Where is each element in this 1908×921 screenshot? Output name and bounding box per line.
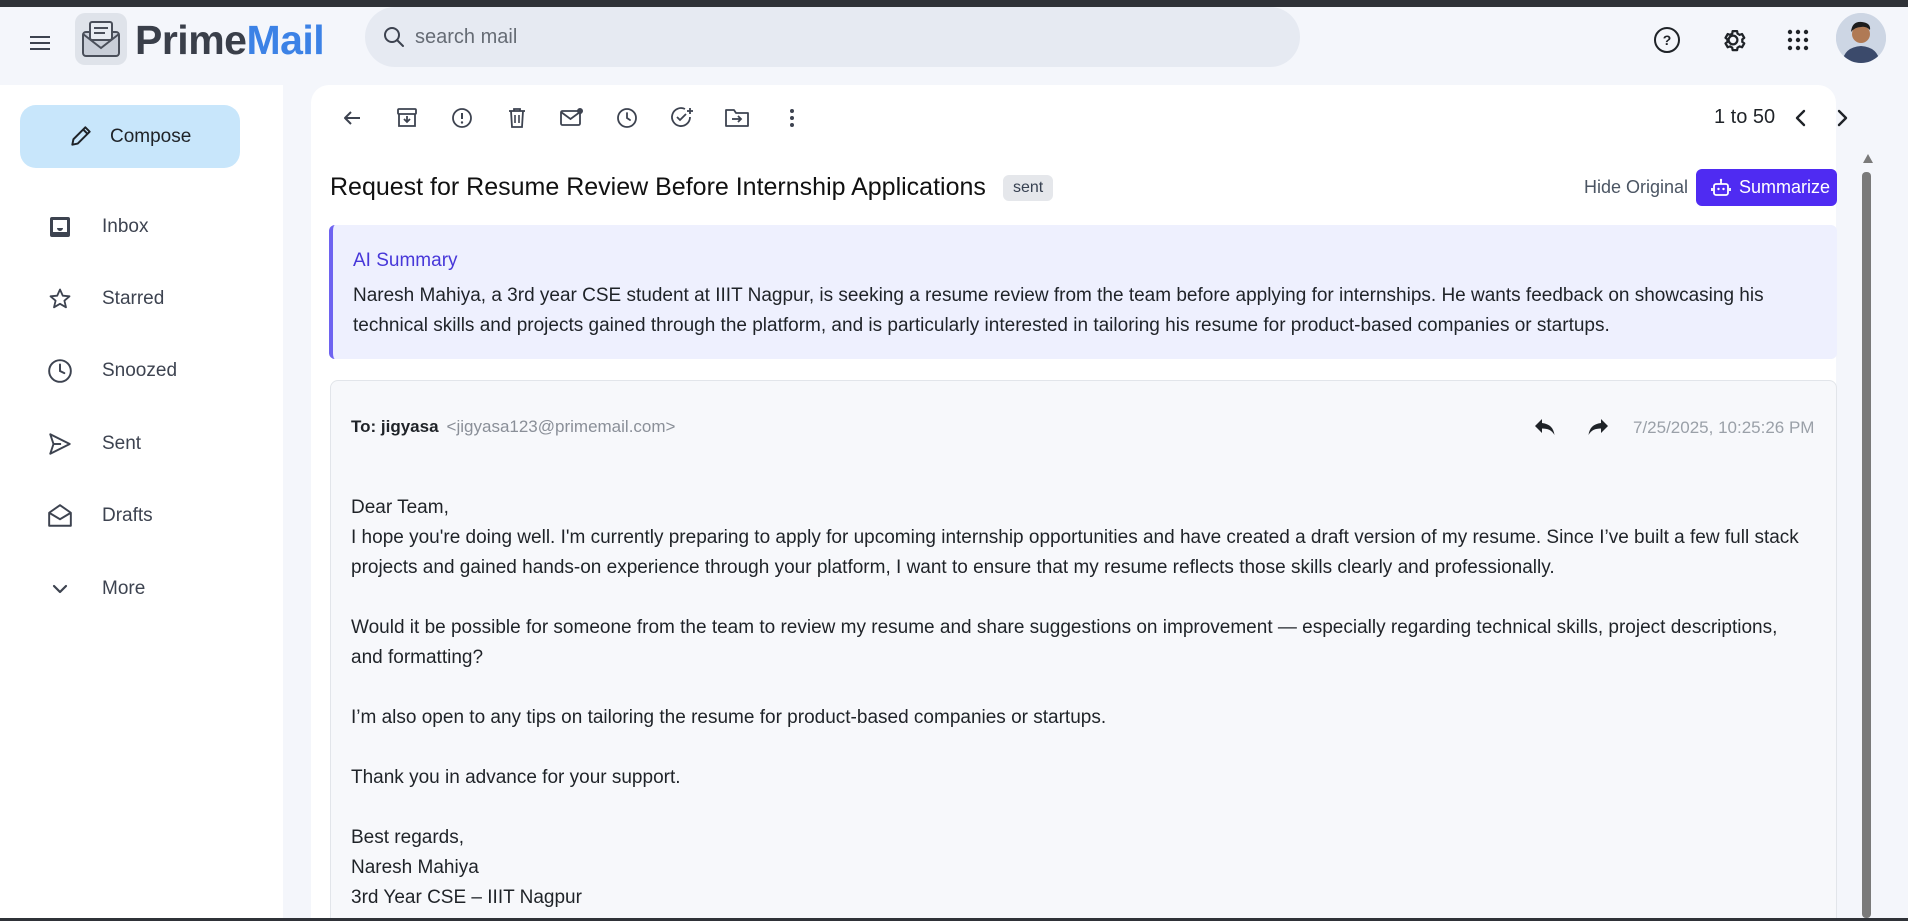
delete-button[interactable] xyxy=(499,100,535,136)
add-task-icon xyxy=(671,107,693,127)
user-avatar-icon xyxy=(1836,13,1886,63)
recipient-line: To: jigyasa <jigyasa123@primemail.com> xyxy=(351,417,675,437)
brand-name-part1: Prime xyxy=(135,17,247,63)
pagination-range: 1 to 50 xyxy=(1714,106,1776,128)
archive-icon xyxy=(397,108,417,127)
snooze-icon xyxy=(617,108,637,128)
sidebar-item-drafts[interactable]: Drafts xyxy=(0,488,283,544)
forward-button[interactable] xyxy=(1580,409,1616,445)
send-icon xyxy=(46,430,74,458)
body-paragraph: Would it be possible for someone from th… xyxy=(351,617,1778,668)
scrollbar-thumb[interactable] xyxy=(1862,172,1871,918)
move-to-icon xyxy=(725,109,749,127)
sidebar-item-sent[interactable]: Sent xyxy=(0,416,283,472)
apps-grid-icon xyxy=(1787,29,1809,51)
sender-title: 3rd Year CSE – IIIT Nagpur xyxy=(351,887,582,908)
compose-label: Compose xyxy=(110,125,192,147)
app-header: PrimeMail ? xyxy=(0,7,1908,85)
forward-icon xyxy=(1588,419,1608,435)
main-menu-button[interactable] xyxy=(24,27,56,59)
apps-button[interactable] xyxy=(1778,20,1818,60)
email-timestamp: 7/25/2025, 10:25:26 PM xyxy=(1633,418,1815,437)
search-bar[interactable] xyxy=(365,7,1300,67)
email-body: Dear Team, I hope you're doing well. I'm… xyxy=(351,493,1811,913)
label-badge: sent xyxy=(1003,175,1054,201)
more-vert-icon xyxy=(790,109,794,127)
body-paragraph: I’m also open to any tips on tailoring t… xyxy=(351,707,1107,728)
recipient-address: <jigyasa123@primemail.com> xyxy=(446,417,676,436)
mark-unread-icon xyxy=(560,108,583,126)
sidebar: Compose Inbox Starred Snoozed Sent Draft… xyxy=(0,85,283,918)
drafts-icon xyxy=(46,502,74,530)
brand-name: PrimeMail xyxy=(135,16,325,64)
search-input[interactable] xyxy=(415,25,1275,49)
reply-icon xyxy=(1535,419,1555,435)
settings-icon xyxy=(1724,30,1746,52)
svg-text:?: ? xyxy=(1663,32,1672,48)
sidebar-item-more[interactable]: More xyxy=(0,561,283,617)
report-spam-icon xyxy=(452,108,472,128)
search-icon xyxy=(384,27,404,47)
hamburger-menu-icon xyxy=(30,36,50,50)
mark-unread-button[interactable] xyxy=(554,100,590,136)
avatar[interactable] xyxy=(1836,13,1886,63)
back-button[interactable] xyxy=(334,100,370,136)
add-task-button[interactable] xyxy=(664,100,700,136)
ai-summary-box: AI Summary Naresh Mahiya, a 3rd year CSE… xyxy=(329,225,1837,359)
compose-button[interactable]: Compose xyxy=(20,105,240,168)
settings-button[interactable] xyxy=(1713,20,1753,60)
snooze-button[interactable] xyxy=(609,100,645,136)
brand-name-part2: Mail xyxy=(246,17,325,63)
sender-name: Naresh Mahiya xyxy=(351,857,479,878)
robot-icon xyxy=(1711,178,1731,196)
help-icon: ? xyxy=(1654,27,1680,53)
delete-icon xyxy=(509,108,525,128)
sidebar-item-inbox[interactable]: Inbox xyxy=(0,199,283,255)
ai-summary-title: AI Summary xyxy=(353,250,458,271)
prev-page-button[interactable] xyxy=(1786,103,1816,133)
help-button[interactable]: ? xyxy=(1647,20,1687,60)
inbox-icon xyxy=(46,213,74,241)
app-logo xyxy=(75,13,127,65)
body-greeting: Dear Team, xyxy=(351,497,449,518)
sidebar-item-label: Starred xyxy=(102,288,165,309)
star-icon xyxy=(46,285,74,313)
hide-original-button[interactable]: Hide Original xyxy=(1584,177,1688,198)
more-options-button[interactable] xyxy=(774,100,810,136)
sidebar-item-label: More xyxy=(102,578,146,599)
back-arrow-icon xyxy=(344,111,360,125)
pencil-icon xyxy=(71,126,91,146)
next-page-button[interactable] xyxy=(1827,103,1857,133)
chevron-left-icon xyxy=(1795,109,1806,127)
mail-logo-icon xyxy=(82,21,120,57)
summarize-label: Summarize xyxy=(1739,177,1831,197)
chevron-down-icon xyxy=(46,575,74,603)
summarize-button[interactable]: Summarize xyxy=(1696,169,1837,206)
sidebar-item-label: Sent xyxy=(102,433,142,454)
reply-button[interactable] xyxy=(1527,409,1563,445)
scroll-up-arrow[interactable] xyxy=(1863,154,1873,163)
sidebar-item-snoozed[interactable]: Snoozed xyxy=(0,343,283,399)
sidebar-item-label: Snoozed xyxy=(102,360,178,381)
body-paragraph: Thank you in advance for your support. xyxy=(351,767,681,788)
recipient-name: To: jigyasa xyxy=(351,417,439,436)
move-to-button[interactable] xyxy=(719,100,755,136)
sidebar-item-starred[interactable]: Starred xyxy=(0,271,283,327)
body-paragraph: I hope you're doing well. I'm currently … xyxy=(351,527,1799,578)
body-closing: Best regards, xyxy=(351,827,464,848)
email-message-card: To: jigyasa <jigyasa123@primemail.com> 7/… xyxy=(330,380,1837,921)
archive-button[interactable] xyxy=(389,100,425,136)
sidebar-item-label: Inbox xyxy=(102,216,149,237)
chevron-right-icon xyxy=(1837,109,1848,127)
clock-icon xyxy=(46,357,74,385)
report-spam-button[interactable] xyxy=(444,100,480,136)
ai-summary-text: Naresh Mahiya, a 3rd year CSE student at… xyxy=(353,285,1764,336)
email-subject: Request for Resume Review Before Interns… xyxy=(330,173,986,201)
window-top-bar xyxy=(0,0,1908,7)
sidebar-item-label: Drafts xyxy=(102,505,153,526)
